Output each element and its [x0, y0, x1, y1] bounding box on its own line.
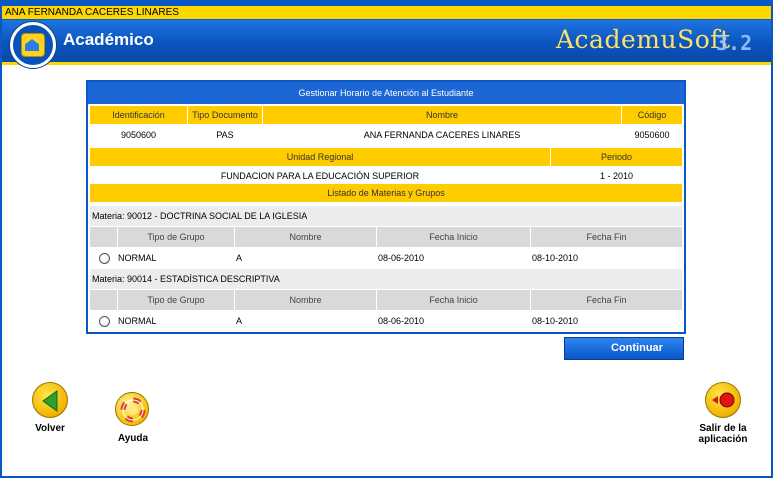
group-header-blank: [90, 290, 117, 310]
group-type: NORMAL: [118, 253, 157, 263]
exit-button[interactable]: [705, 382, 741, 418]
help-label[interactable]: Ayuda: [105, 433, 161, 444]
user-bar: ANA FERNANDA CACERES LINARES: [0, 5, 773, 20]
group-start-date: 08-06-2010: [378, 316, 425, 326]
attention-schedule-panel: Gestionar Horario de Atención al Estudia…: [86, 80, 686, 334]
group-select-radio[interactable]: [99, 253, 110, 264]
group-header-blank: [90, 227, 117, 247]
subject-label: Materia: 90014 - ESTADÍSTICA DESCRIPTIVA: [90, 269, 682, 289]
group-type: NORMAL: [118, 316, 157, 326]
col-codigo: Código: [622, 106, 682, 124]
group-col-tipo: Tipo de Grupo: [118, 227, 234, 247]
user-name: ANA FERNANDA CACERES LINARES: [5, 7, 179, 18]
group-name: A: [236, 316, 243, 326]
group-end-date: 08-10-2010: [532, 316, 579, 326]
exit-label-line2: aplicación: [698, 434, 748, 445]
group-col-tipo: Tipo de Grupo: [118, 290, 234, 310]
col-tipo-documento: Tipo Documento: [188, 106, 262, 124]
col-identificacion: Identificación: [90, 106, 187, 124]
exit-label-line1: Salir de la: [699, 423, 747, 434]
period: 1 - 2010: [599, 171, 634, 181]
back-button[interactable]: [32, 382, 68, 418]
student-id: 9050600: [120, 130, 157, 140]
col-periodo: Periodo: [551, 148, 682, 166]
app-title: Académico: [63, 30, 154, 49]
exit-door-icon: [712, 392, 735, 408]
group-col-fecha-inicio: Fecha Inicio: [377, 290, 530, 310]
regional-unit: FUNDACION PARA LA EDUCACIÓN SUPERIOR: [220, 171, 420, 181]
brand-logo-text: AcademuSoft: [556, 25, 731, 54]
student-name: ANA FERNANDA CACERES LINARES: [363, 130, 521, 140]
group-col-fecha-inicio: Fecha Inicio: [377, 227, 530, 247]
app-header: Académico AcademuSoft 3.2: [0, 20, 773, 65]
col-unidad-regional: Unidad Regional: [90, 148, 550, 166]
student-doc-type: PAS: [216, 130, 234, 140]
subject-label: Materia: 90012 - DOCTRINA SOCIAL DE LA I…: [90, 206, 682, 226]
list-title: Listado de Materias y Grupos: [90, 184, 682, 202]
brand-version: 3.2: [716, 31, 753, 55]
group-start-date: 08-06-2010: [378, 253, 425, 263]
group-col-fecha-fin: Fecha Fin: [531, 290, 682, 310]
group-name: A: [236, 253, 243, 263]
group-select-radio[interactable]: [99, 316, 110, 327]
arrow-left-icon: [42, 390, 58, 412]
group-end-date: 08-10-2010: [532, 253, 579, 263]
academusoft-logo-icon: [10, 22, 56, 68]
continue-label: Continuar: [611, 342, 663, 354]
exit-label[interactable]: Salir de la aplicación: [690, 423, 756, 445]
student-code: 9050600: [634, 130, 670, 140]
lifebuoy-icon: [120, 397, 146, 423]
group-col-nombre: Nombre: [235, 290, 376, 310]
back-label[interactable]: Volver: [22, 423, 78, 434]
help-button[interactable]: [115, 392, 149, 426]
col-nombre: Nombre: [263, 106, 621, 124]
group-col-nombre: Nombre: [235, 227, 376, 247]
panel-title: Gestionar Horario de Atención al Estudia…: [88, 82, 684, 104]
continue-button[interactable]: Continuar: [564, 337, 684, 360]
group-col-fecha-fin: Fecha Fin: [531, 227, 682, 247]
